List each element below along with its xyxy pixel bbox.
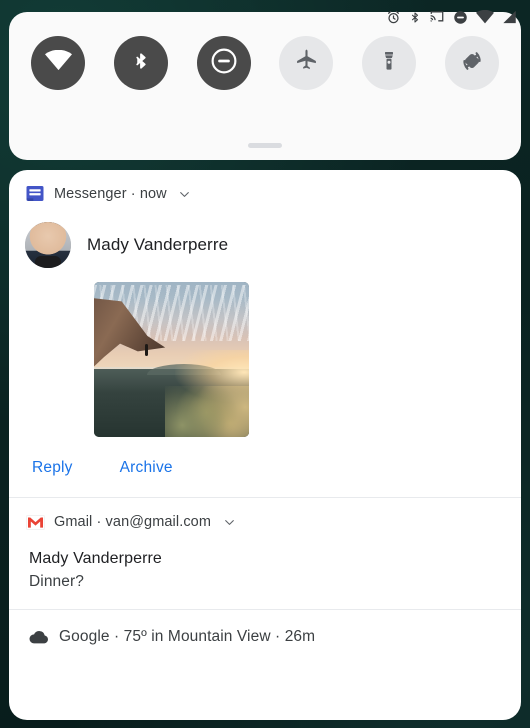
avatar [25, 222, 71, 268]
cellular-signal-icon [502, 10, 517, 24]
qs-tile-do-not-disturb[interactable] [196, 36, 251, 90]
notification-app-line: Messenger · now [54, 186, 167, 202]
quick-settings-panel [9, 12, 521, 160]
message-image[interactable] [94, 282, 249, 437]
status-bar [0, 0, 530, 34]
bluetooth-icon [409, 10, 421, 25]
notification-actions: Reply Archive [25, 437, 505, 497]
qs-tile-flashlight[interactable] [362, 36, 417, 90]
wifi-icon [476, 10, 494, 24]
qs-tile-wifi[interactable] [31, 36, 85, 90]
gmail-notification-title: Mady Vanderperre [29, 550, 162, 567]
reply-button[interactable]: Reply [32, 459, 73, 477]
weather-notification-line: Google · 75º in Mountain View · 26m [59, 628, 316, 645]
airplane-icon [294, 48, 319, 78]
cloud-icon [29, 627, 49, 647]
gmail-notification-body: Mady Vanderperre Dinner? [25, 540, 505, 609]
chevron-down-icon[interactable] [177, 186, 193, 202]
notification-messenger[interactable]: Messenger · now Mady Vanderperre Reply A… [9, 170, 521, 497]
archive-button[interactable]: Archive [120, 459, 173, 477]
bluetooth-icon [132, 48, 150, 79]
notification-header: Google · 75º in Mountain View · 26m [25, 610, 505, 664]
chevron-down-icon[interactable] [221, 514, 237, 530]
message-sender-row: Mady Vanderperre [25, 222, 505, 268]
notification-header: Messenger · now [25, 170, 505, 212]
flashlight-icon [377, 49, 401, 78]
notification-gmail[interactable]: Gmail · van@gmail.com Mady Vanderperre D… [9, 498, 521, 609]
gmail-notification-text: Dinner? [29, 573, 84, 590]
notification-header: Gmail · van@gmail.com [25, 498, 505, 540]
do-not-disturb-icon [453, 10, 468, 25]
message-sender-name: Mady Vanderperre [87, 235, 229, 254]
alarm-icon [386, 10, 401, 25]
qs-tile-airplane-mode[interactable] [279, 36, 334, 90]
wifi-icon [44, 49, 72, 76]
notification-google-weather[interactable]: Google · 75º in Mountain View · 26m [9, 610, 521, 664]
gmail-icon [25, 512, 45, 532]
qs-tile-bluetooth[interactable] [113, 36, 168, 90]
messenger-icon [25, 184, 45, 204]
notification-shade: Messenger · now Mady Vanderperre Reply A… [9, 170, 521, 720]
notification-app-line: Gmail · van@gmail.com [54, 514, 212, 530]
auto-rotate-icon [459, 48, 485, 79]
qs-tile-auto-rotate[interactable] [444, 36, 499, 90]
quick-settings-drag-handle[interactable] [248, 143, 282, 148]
cast-icon [429, 10, 445, 24]
do-not-disturb-icon [211, 48, 237, 79]
